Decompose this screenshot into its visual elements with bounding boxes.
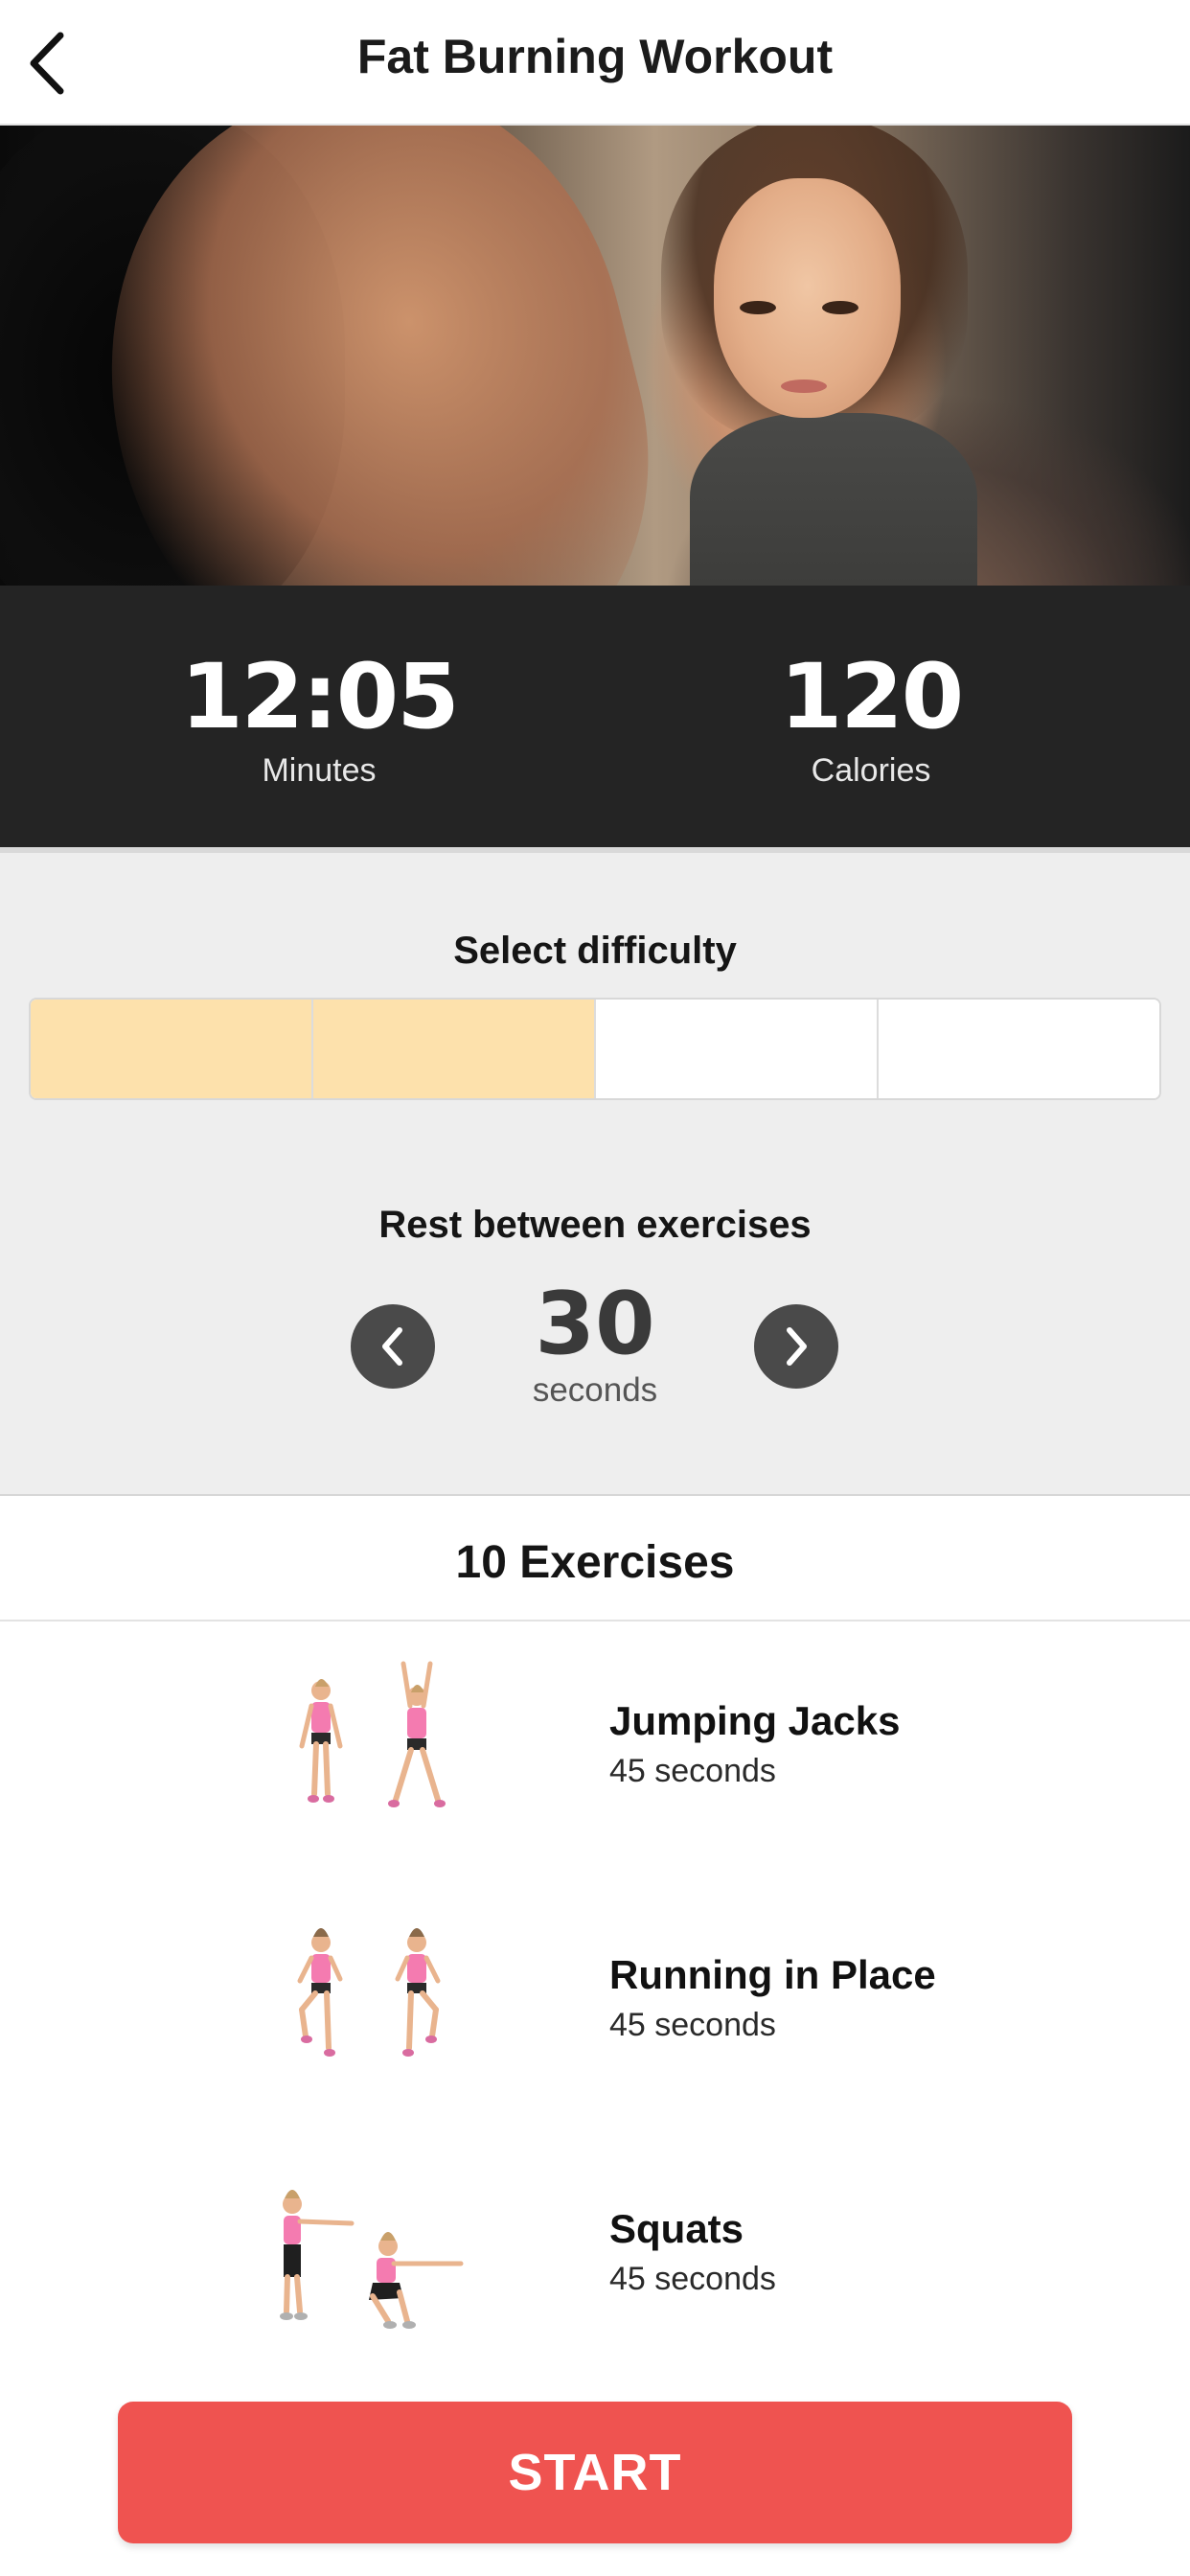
workout-settings: Select difficulty Rest between exercises… (0, 847, 1190, 1496)
exercise-duration: 45 seconds (609, 1753, 776, 1789)
rest-increase-button[interactable] (754, 1304, 838, 1389)
calories-label: Calories (811, 752, 931, 789)
exercise-duration: 45 seconds (609, 2261, 776, 2297)
rest-decrease-button[interactable] (351, 1304, 435, 1389)
exercise-item-jumping-jacks[interactable]: Jumping Jacks 45 seconds (0, 1622, 1190, 1875)
chevron-right-icon (787, 1327, 807, 1366)
exercises-count: 10 Exercises (455, 1537, 735, 1588)
difficulty-level-1[interactable] (31, 1000, 313, 1098)
difficulty-selector[interactable] (29, 998, 1161, 1100)
exercise-name: Squats (609, 2206, 744, 2251)
hero-image (0, 126, 1190, 586)
difficulty-level-2[interactable] (313, 1000, 596, 1098)
exercise-item-squats[interactable]: Squats 45 seconds (0, 2129, 1190, 2383)
chevron-left-icon (382, 1327, 402, 1366)
duration-value: 12:05 (180, 645, 459, 749)
difficulty-title: Select difficulty (453, 930, 737, 972)
running-in-place-illustration (297, 1928, 441, 2057)
exercise-name: Running in Place (609, 1952, 936, 1997)
difficulty-level-4[interactable] (879, 1000, 1159, 1098)
difficulty-level-3[interactable] (596, 1000, 879, 1098)
calories-stat: 120 Calories (679, 586, 1063, 790)
exercise-duration: 45 seconds (609, 2007, 776, 2043)
top-bar: Fat Burning Workout (0, 0, 1190, 126)
page-title: Fat Burning Workout (356, 30, 834, 83)
duration-stat: 12:05 Minutes (127, 586, 511, 790)
rest-value: 30 (535, 1274, 655, 1374)
exercise-name: Jumping Jacks (609, 1698, 901, 1743)
rest-title: Rest between exercises (378, 1204, 812, 1246)
workout-stats: 12:05 Minutes 120 Calories (0, 586, 1190, 847)
rest-unit: seconds (532, 1371, 658, 1409)
jumping-jacks-illustration (299, 1661, 446, 1807)
exercise-item-running-in-place[interactable]: Running in Place 45 seconds (0, 1875, 1190, 2129)
exercises-header: 10 Exercises (0, 1496, 1190, 1622)
calories-value: 120 (779, 645, 964, 749)
duration-label: Minutes (262, 752, 377, 789)
start-button-label: START (508, 2444, 682, 2501)
squats-illustration (280, 2190, 464, 2329)
start-button[interactable]: START (118, 2402, 1072, 2543)
